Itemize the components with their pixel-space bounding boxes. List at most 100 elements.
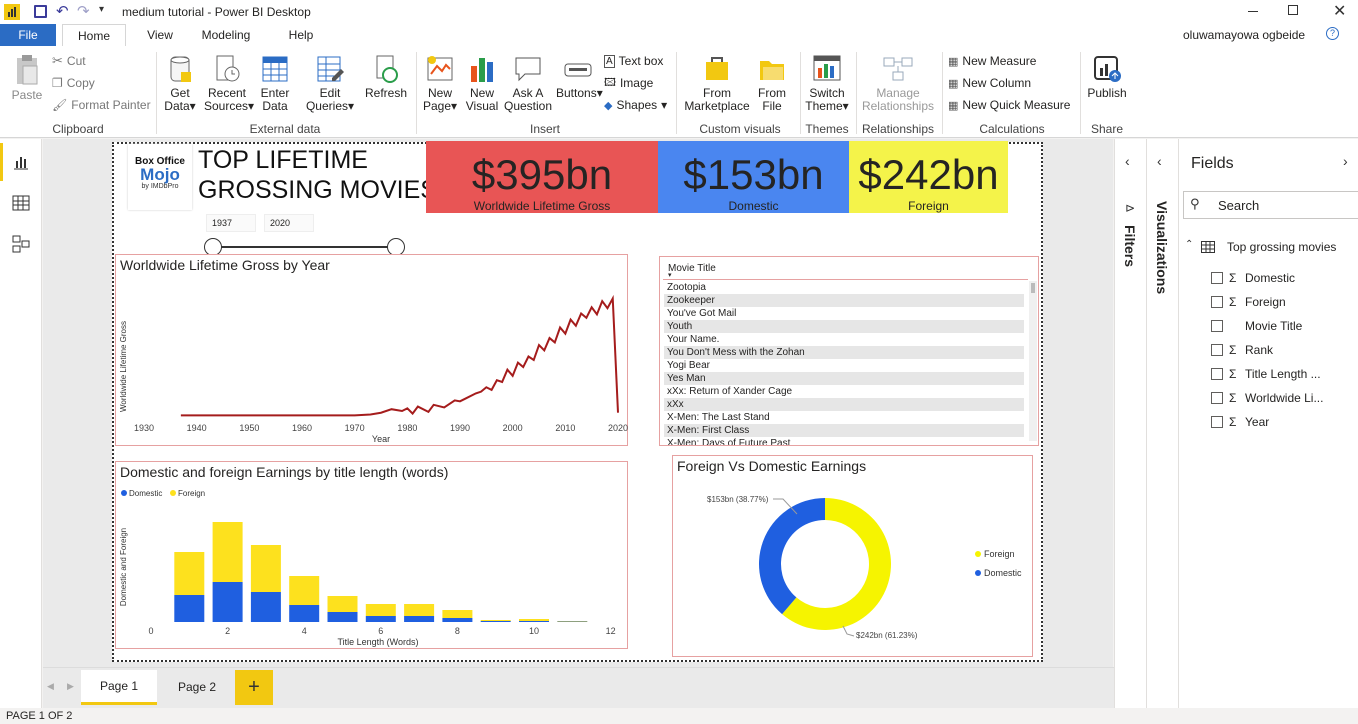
field-item[interactable]: Σ Title Length ...: [1211, 365, 1321, 383]
field-checkbox[interactable]: [1211, 344, 1223, 356]
field-checkbox[interactable]: [1211, 320, 1223, 332]
slicer-item[interactable]: xXx: Return of Xander Cage: [664, 385, 1024, 398]
publish-button[interactable]: Publish: [1084, 54, 1130, 100]
close-icon[interactable]: ✕: [1333, 1, 1346, 21]
slicer-item[interactable]: xXx: [664, 398, 1024, 411]
scroll-left-icon[interactable]: ◀: [47, 681, 54, 692]
bar-foreign: [212, 522, 243, 582]
slicer-item[interactable]: You Don't Mess with the Zohan: [664, 346, 1024, 359]
from-file-button[interactable]: From File: [752, 54, 792, 113]
format-painter-button[interactable]: 🖌 Format Painter: [52, 96, 151, 114]
clipboard-group-label: Clipboard: [52, 122, 104, 136]
collapse-visualizations-icon[interactable]: ‹: [1157, 153, 1162, 169]
slicer-item[interactable]: Your Name.: [664, 333, 1024, 346]
minimize-icon[interactable]: [1248, 11, 1258, 12]
filters-pane[interactable]: ‹ ⊳ Filters: [1114, 139, 1146, 708]
field-item[interactable]: Σ Rank: [1211, 341, 1273, 359]
slicer-item[interactable]: Yes Man: [664, 372, 1024, 385]
new-page-button[interactable]: New Page▾: [420, 54, 460, 113]
slicer-item[interactable]: Zootopia: [664, 281, 1024, 294]
field-item[interactable]: Σ Worldwide Li...: [1211, 389, 1323, 407]
tab-modeling[interactable]: Modeling: [194, 24, 258, 46]
year-slider-from[interactable]: 1937: [206, 214, 256, 232]
foreign-card[interactable]: $242bn Foreign: [849, 141, 1008, 213]
field-checkbox[interactable]: [1211, 296, 1223, 308]
title-length-bar-chart[interactable]: Domestic and foreign Earnings by title l…: [115, 461, 628, 649]
table-name[interactable]: Top grossing movies: [1227, 240, 1336, 254]
slicer-item[interactable]: X-Men: Days of Future Past: [664, 437, 1024, 445]
get-data-button[interactable]: Get Data▾: [160, 54, 200, 113]
text-box-button[interactable]: A Text box: [604, 52, 663, 70]
slicer-item[interactable]: Youth: [664, 320, 1024, 333]
redo-icon[interactable]: ↷: [77, 2, 90, 20]
worldwide-gross-card[interactable]: $395bn Worldwide Lifetime Gross: [426, 141, 658, 213]
visualizations-pane[interactable]: ‹ Visualizations: [1146, 139, 1178, 708]
quick-access-dropdown-icon[interactable]: ▾: [99, 4, 104, 15]
model-view-icon[interactable]: [12, 235, 30, 253]
shapes-button[interactable]: ◆ Shapes ▾: [604, 96, 667, 114]
tab-help[interactable]: Help: [280, 24, 322, 46]
save-icon[interactable]: [34, 5, 47, 18]
x-tick-label: 0: [148, 626, 153, 636]
undo-icon[interactable]: ↶: [56, 2, 69, 20]
recent-sources-button[interactable]: Recent Sources▾: [204, 54, 254, 113]
help-icon[interactable]: ?: [1326, 27, 1339, 40]
ask-question-button[interactable]: Ask A Question: [504, 54, 552, 113]
movie-title-slicer[interactable]: Movie Title ▾ Zootopia Zookeeper You've Go…: [659, 256, 1039, 446]
collapse-filters-icon[interactable]: ‹: [1125, 153, 1130, 169]
new-column-button[interactable]: ▦ New Column: [948, 74, 1031, 92]
field-checkbox[interactable]: [1211, 368, 1223, 380]
slicer-item[interactable]: X-Men: The Last Stand: [664, 411, 1024, 424]
field-checkbox[interactable]: [1211, 416, 1223, 428]
slicer-item[interactable]: Zookeeper: [664, 294, 1024, 307]
bar-foreign: [442, 610, 473, 618]
card-value: $395bn: [471, 151, 613, 198]
from-marketplace-button[interactable]: From Marketplace: [684, 54, 750, 113]
field-item[interactable]: Σ Foreign: [1211, 293, 1286, 311]
year-slider-to[interactable]: 2020: [264, 214, 314, 232]
collapse-fields-icon[interactable]: ›: [1343, 153, 1348, 169]
quick-measure-icon: ▦: [948, 99, 959, 112]
tab-home[interactable]: Home: [62, 24, 126, 46]
foreign-vs-domestic-donut[interactable]: Foreign Vs Domestic Earnings $153bn (38.…: [672, 455, 1033, 657]
data-view-icon[interactable]: [12, 195, 30, 211]
domestic-card[interactable]: $153bn Domestic: [658, 141, 849, 213]
paste-button[interactable]: Paste: [8, 54, 46, 102]
page-tab-2[interactable]: Page 2: [159, 670, 235, 705]
scrollbar[interactable]: [1029, 281, 1037, 441]
slicer-item[interactable]: Yogi Bear: [664, 359, 1024, 372]
report-view-icon[interactable]: [12, 153, 30, 171]
scroll-right-icon[interactable]: ▶: [67, 681, 74, 692]
add-page-button[interactable]: +: [235, 670, 273, 705]
image-button[interactable]: 🖾 Image: [604, 74, 653, 92]
refresh-button[interactable]: Refresh: [364, 54, 408, 100]
edit-queries-button[interactable]: Edit Queries▾: [304, 54, 356, 113]
switch-theme-button[interactable]: Switch Theme▾: [804, 54, 850, 113]
enter-data-button[interactable]: Enter Data: [256, 54, 294, 113]
field-item[interactable]: Σ Domestic: [1211, 269, 1295, 287]
tab-view[interactable]: View: [138, 24, 182, 46]
buttons-button[interactable]: Buttons▾: [556, 54, 603, 100]
slicer-item[interactable]: You've Got Mail: [664, 307, 1024, 320]
slicer-item[interactable]: X-Men: First Class: [664, 424, 1024, 437]
field-search-box[interactable]: ⚲ Search: [1183, 191, 1358, 219]
user-name[interactable]: oluwamayowa ogbeide: [1183, 28, 1305, 42]
restore-icon[interactable]: [1288, 5, 1298, 15]
manage-relationships-button[interactable]: Manage Relationships: [860, 54, 936, 113]
copy-button[interactable]: ❐ Copy: [52, 74, 95, 92]
new-quick-measure-button[interactable]: ▦ New Quick Measure: [948, 96, 1070, 114]
expand-table-chevron-icon[interactable]: ⌃: [1185, 239, 1193, 250]
page-tab-1[interactable]: Page 1: [81, 670, 157, 705]
cut-button[interactable]: ✂ Cut: [52, 52, 86, 70]
field-item[interactable]: Movie Title: [1211, 317, 1302, 335]
field-checkbox[interactable]: [1211, 392, 1223, 404]
scissors-icon: ✂: [52, 53, 63, 68]
sort-chevron-icon[interactable]: ▾: [668, 271, 672, 279]
worldwide-gross-line-chart[interactable]: Worldwide Lifetime Gross by Year 1930 194…: [115, 254, 628, 446]
bar-domestic: [404, 616, 435, 622]
field-item[interactable]: Σ Year: [1211, 413, 1269, 431]
new-measure-button[interactable]: ▦ New Measure: [948, 52, 1036, 70]
new-visual-button[interactable]: New Visual: [462, 54, 502, 113]
field-checkbox[interactable]: [1211, 272, 1223, 284]
tab-file[interactable]: File: [0, 24, 56, 46]
